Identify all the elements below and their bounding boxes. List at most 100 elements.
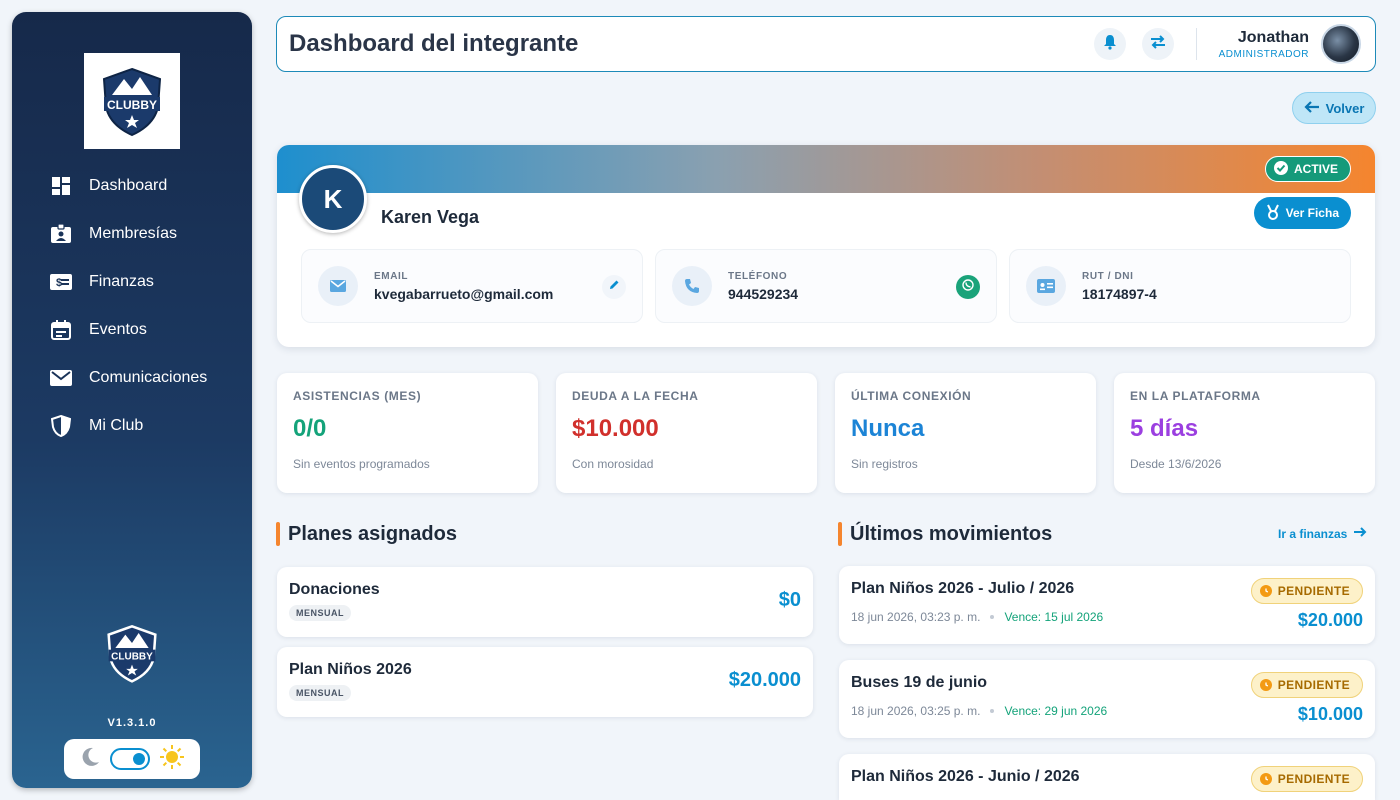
plan-price: $20.000 bbox=[728, 669, 801, 691]
status-label: PENDIENTE bbox=[1277, 584, 1350, 598]
user-avatar[interactable] bbox=[1321, 24, 1361, 64]
back-button-label: Volver bbox=[1325, 100, 1365, 116]
member-name: Karen Vega bbox=[381, 207, 480, 227]
svg-text:CLUBBY: CLUBBY bbox=[107, 98, 157, 112]
sidebar-item-mi-club[interactable]: Mi Club bbox=[12, 402, 252, 450]
check-circle-icon bbox=[1273, 160, 1294, 178]
movement-date: 18 jun 2026, 03:23 p. m. bbox=[851, 610, 981, 624]
sidebar-item-finanzas[interactable]: $ Finanzas bbox=[12, 258, 252, 306]
plan-name: Donaciones bbox=[289, 581, 380, 598]
plan-frequency-badge: MENSUAL bbox=[289, 605, 351, 621]
rut-value: 18174897-4 bbox=[1082, 285, 1157, 302]
page-title: Dashboard del integrante bbox=[289, 30, 579, 57]
plan-frequency-badge: MENSUAL bbox=[289, 685, 351, 701]
sidebar-nav: Dashboard Membresías $ Finanzas Eventos … bbox=[12, 162, 252, 450]
status-badge: PENDIENTE bbox=[1250, 672, 1363, 698]
clock-icon bbox=[1259, 773, 1272, 785]
calendar-icon bbox=[48, 317, 74, 343]
stat-subtitle: Desde 13/6/2026 bbox=[1130, 457, 1222, 471]
club-logo-small: CLUBBY bbox=[102, 622, 162, 684]
sidebar-item-membresias[interactable]: Membresías bbox=[12, 210, 252, 258]
sidebar-item-label: Comunicaciones bbox=[89, 369, 208, 386]
sidebar-item-label: Dashboard bbox=[89, 177, 168, 194]
section-accent-bar bbox=[276, 522, 280, 546]
stat-label: ASISTENCIAS (MES) bbox=[293, 389, 422, 403]
meta-separator bbox=[990, 615, 995, 619]
stat-value: 5 días bbox=[1130, 415, 1199, 442]
whatsapp-button[interactable] bbox=[956, 275, 980, 299]
member-profile-card: ACTIVE K Karen Vega Ver Ficha EMAIL kveg… bbox=[277, 145, 1375, 347]
phone-value: 944529234 bbox=[728, 285, 799, 302]
mail-icon bbox=[48, 365, 74, 391]
movements-section-title: Últimos movimientos bbox=[838, 522, 1052, 546]
bell-icon bbox=[1102, 34, 1118, 55]
sidebar-item-eventos[interactable]: Eventos bbox=[12, 306, 252, 354]
stat-card-asistencias: ASISTENCIAS (MES) 0/0 Sin eventos progra… bbox=[277, 373, 538, 493]
movement-item[interactable]: Plan Niños 2026 - Julio / 2026 18 jun 20… bbox=[839, 566, 1375, 644]
plan-price: $0 bbox=[778, 589, 801, 611]
stat-value: Nunca bbox=[851, 415, 925, 442]
id-card-icon bbox=[1026, 266, 1066, 306]
notifications-button[interactable] bbox=[1093, 28, 1126, 60]
switch-account-button[interactable] bbox=[1141, 28, 1174, 60]
profile-banner bbox=[277, 145, 1375, 193]
user-info: Jonathan ADMINISTRADOR bbox=[1219, 29, 1309, 60]
email-box: EMAIL kvegabarrueto@gmail.com bbox=[301, 249, 643, 323]
movement-item[interactable]: Plan Niños 2026 - Junio / 2026 PENDIENTE bbox=[839, 754, 1375, 800]
theme-switch[interactable] bbox=[109, 748, 150, 770]
user-role: ADMINISTRADOR bbox=[1218, 48, 1309, 60]
id-badge-icon bbox=[48, 221, 74, 247]
sidebar-item-label: Eventos bbox=[89, 321, 147, 338]
phone-label: TELÉFONO bbox=[728, 270, 788, 282]
go-to-finanzas-label: Ir a finanzas bbox=[1278, 526, 1348, 541]
clock-icon bbox=[1259, 585, 1272, 597]
arrow-right-icon bbox=[1347, 526, 1367, 541]
rut-label: RUT / DNI bbox=[1082, 270, 1134, 282]
sidebar-item-label: Mi Club bbox=[89, 417, 144, 434]
ver-ficha-label: Ver Ficha bbox=[1285, 206, 1339, 220]
app-version: V1.3.1.0 bbox=[107, 717, 157, 729]
sun-icon bbox=[159, 744, 185, 775]
whatsapp-icon bbox=[961, 278, 975, 297]
theme-toggle bbox=[64, 739, 200, 779]
svg-text:CLUBBY: CLUBBY bbox=[111, 652, 153, 663]
email-value: kvegabarrueto@gmail.com bbox=[374, 285, 554, 302]
stat-value: $10.000 bbox=[572, 415, 659, 442]
phone-icon bbox=[672, 266, 712, 306]
section-accent-bar bbox=[838, 522, 842, 546]
status-badge: ACTIVE bbox=[1264, 156, 1351, 182]
movement-item[interactable]: Buses 19 de junio 18 jun 2026, 03:25 p. … bbox=[839, 660, 1375, 738]
top-header: Dashboard del integrante Jonathan ADMINI… bbox=[276, 16, 1376, 72]
clock-icon bbox=[1259, 679, 1272, 691]
plan-item[interactable]: Donaciones MENSUAL $0 bbox=[277, 567, 813, 637]
sidebar-item-comunicaciones[interactable]: Comunicaciones bbox=[12, 354, 252, 402]
moon-icon bbox=[79, 746, 101, 773]
sidebar-item-dashboard[interactable]: Dashboard bbox=[12, 162, 252, 210]
go-to-finanzas-link[interactable]: Ir a finanzas bbox=[1278, 526, 1367, 541]
stat-subtitle: Sin registros bbox=[851, 457, 918, 471]
movement-due-date: Vence: 29 jun 2026 bbox=[1004, 704, 1108, 718]
sidebar: CLUBBY Dashboard Membresías $ Finanzas E… bbox=[12, 12, 252, 788]
arrow-left-icon bbox=[1304, 100, 1326, 117]
stat-label: ÚLTIMA CONEXIÓN bbox=[851, 389, 972, 403]
medal-icon bbox=[1266, 204, 1286, 223]
status-label: PENDIENTE bbox=[1277, 678, 1350, 692]
stat-value: 0/0 bbox=[293, 415, 327, 442]
movement-date: 18 jun 2026, 03:25 p. m. bbox=[851, 704, 981, 718]
plans-title-text: Planes asignados bbox=[288, 522, 457, 545]
movement-amount: $20.000 bbox=[1297, 610, 1363, 630]
rut-box: RUT / DNI 18174897-4 bbox=[1009, 249, 1351, 323]
pencil-icon bbox=[608, 278, 620, 296]
stat-card-ultima-conexion: ÚLTIMA CONEXIÓN Nunca Sin registros bbox=[835, 373, 1096, 493]
back-button[interactable]: Volver bbox=[1292, 92, 1376, 124]
stat-label: EN LA PLATAFORMA bbox=[1130, 389, 1261, 403]
edit-email-button[interactable] bbox=[602, 275, 626, 299]
status-badge: PENDIENTE bbox=[1250, 578, 1363, 604]
swap-arrows-icon bbox=[1149, 34, 1167, 55]
stat-card-plataforma: EN LA PLATAFORMA 5 días Desde 13/6/2026 bbox=[1114, 373, 1375, 493]
meta-separator bbox=[990, 709, 995, 713]
ver-ficha-button[interactable]: Ver Ficha bbox=[1253, 197, 1351, 229]
plan-item[interactable]: Plan Niños 2026 MENSUAL $20.000 bbox=[277, 647, 813, 717]
stat-subtitle: Sin eventos programados bbox=[293, 457, 430, 471]
user-name: Jonathan bbox=[1237, 28, 1309, 46]
